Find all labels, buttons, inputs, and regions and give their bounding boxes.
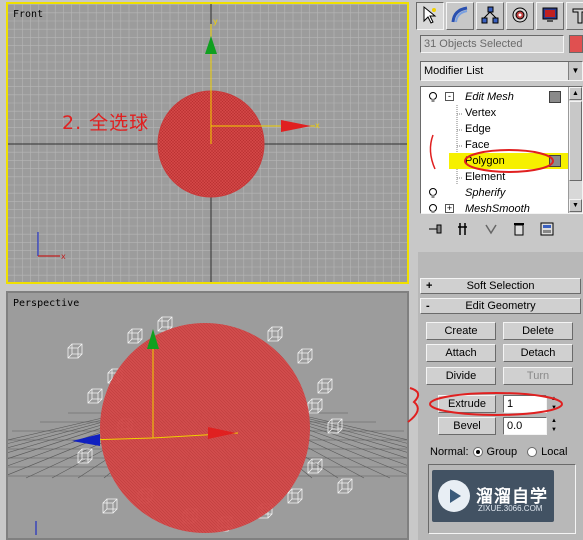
detach-button[interactable]: Detach — [503, 344, 573, 362]
expand-plus-icon: + — [426, 280, 433, 292]
bevel-button[interactable]: Bevel — [438, 417, 496, 435]
display-icon — [540, 5, 560, 28]
modifier-stack-scrollbar[interactable]: ▲ ▼ — [568, 87, 582, 213]
collapse-minus-icon: - — [426, 300, 430, 312]
gizmo-y-arrow — [205, 36, 217, 54]
group-radio[interactable] — [472, 447, 483, 457]
create-button[interactable]: Create — [426, 322, 496, 340]
stack-item-vertex[interactable]: Vertex — [465, 105, 496, 121]
stack-item-edge[interactable]: Edge — [465, 121, 491, 137]
front-viewport-canvas: y x x — [8, 4, 407, 282]
lightbulb-icon[interactable] — [427, 91, 439, 108]
show-end-result-icon[interactable] — [454, 220, 472, 238]
scroll-thumb[interactable] — [569, 101, 582, 181]
perspective-viewport[interactable]: Perspective — [6, 291, 409, 540]
stack-item-polygon[interactable]: Polygon — [449, 153, 570, 169]
stack-item-edit-mesh-box — [549, 91, 561, 103]
stack-item-meshsmooth-label: MeshSmooth — [465, 203, 530, 214]
annotation-step-text: 2. 全选球 — [62, 112, 150, 134]
perspective-viewport-canvas — [8, 316, 407, 535]
modifier-stack[interactable]: - Edit Mesh Vertex Edge Face Polygon Ele… — [420, 86, 583, 214]
gizmo-x-arrow — [281, 120, 311, 132]
expand-plus-icon[interactable]: + — [445, 204, 454, 213]
chevron-down-icon[interactable]: ▼ — [568, 62, 582, 80]
hierarchy-icon — [480, 5, 500, 28]
persp-gizmo-y-arrow — [72, 434, 100, 446]
configure-sets-icon[interactable] — [538, 220, 556, 238]
scroll-up-icon[interactable]: ▲ — [569, 87, 582, 100]
modifier-list-label: Modifier List — [424, 65, 484, 77]
stack-item-meshsmooth[interactable]: + MeshSmooth — [421, 201, 570, 214]
display-tab[interactable] — [536, 2, 564, 30]
sphere-perspective — [100, 323, 310, 533]
collapse-minus-icon[interactable]: - — [445, 92, 454, 101]
axis-tripod-x-label: x — [61, 252, 66, 261]
stack-item-edit-mesh[interactable]: - Edit Mesh — [421, 89, 570, 105]
modify-icon — [450, 5, 470, 28]
extrude-button[interactable]: Extrude — [438, 395, 496, 413]
stack-item-element[interactable]: Element — [465, 169, 505, 185]
spinner-arrows-icon[interactable]: ▲ ▼ — [549, 417, 559, 435]
normal-label: Normal: — [430, 446, 469, 458]
extrude-spinner[interactable]: 1 ▲ ▼ — [503, 395, 563, 413]
normal-radio-group: Normal: Group Local — [430, 444, 567, 460]
lightbulb-icon[interactable] — [427, 203, 439, 213]
extrude-amount-field[interactable]: 1 — [503, 395, 547, 413]
motion-tab[interactable] — [506, 2, 534, 30]
make-unique-icon[interactable] — [482, 220, 500, 238]
rollout-edit-geometry[interactable]: - Edit Geometry — [420, 298, 581, 314]
command-panel-tabs — [416, 2, 583, 30]
stack-item-polygon-box — [549, 155, 561, 167]
hierarchy-tab[interactable] — [476, 2, 504, 30]
group-radio-label: Group — [486, 446, 518, 458]
motion-icon — [510, 5, 530, 28]
stack-item-spherify-label: Spherify — [465, 187, 506, 199]
turn-button[interactable]: Turn — [503, 367, 573, 385]
stack-item-polygon-label: Polygon — [465, 155, 505, 167]
local-radio[interactable] — [527, 447, 538, 457]
divide-button[interactable]: Divide — [426, 367, 496, 385]
pin-stack-icon[interactable] — [426, 220, 444, 238]
play-logo-icon — [438, 480, 470, 512]
utilities-icon — [570, 5, 583, 28]
local-radio-label: Local — [541, 446, 568, 458]
modify-tab[interactable] — [446, 2, 474, 30]
gizmo-x-label: x — [315, 121, 320, 130]
remove-modifier-icon[interactable] — [510, 220, 528, 238]
command-panel: 31 Objects Selected Modifier List ▼ - Ed… — [414, 0, 583, 540]
selection-count-field[interactable]: 31 Objects Selected — [420, 35, 564, 53]
bevel-spinner[interactable]: 0.0 ▲ ▼ — [503, 417, 563, 435]
scroll-down-icon[interactable]: ▼ — [569, 199, 582, 212]
spinner-arrows-icon[interactable]: ▲ ▼ — [549, 395, 559, 413]
bevel-amount-field[interactable]: 0.0 — [503, 417, 547, 435]
front-viewport[interactable]: y x x Front — [6, 2, 409, 284]
utilities-tab[interactable] — [566, 2, 583, 30]
stack-item-edit-mesh-label: Edit Mesh — [465, 91, 514, 103]
watermark-url: ZIXUE.3066.COM — [478, 504, 543, 513]
rollout-edit-geometry-label: Edit Geometry — [465, 300, 536, 312]
object-color-swatch[interactable] — [569, 35, 583, 53]
create-icon — [420, 5, 440, 28]
rollout-soft-selection[interactable]: + Soft Selection — [420, 278, 581, 294]
perspective-viewport-label[interactable]: Perspective — [13, 298, 79, 309]
stack-toolbar — [420, 218, 583, 240]
watermark-logo: 溜溜自学 ZIXUE.3066.COM — [432, 470, 554, 522]
stack-item-face[interactable]: Face — [465, 137, 489, 153]
max-window: y x x Front 2. 全选球 Perspective 31 Objects … — [0, 0, 583, 540]
gizmo-y-label: y — [213, 17, 218, 26]
attach-button[interactable]: Attach — [426, 344, 496, 362]
create-tab[interactable] — [416, 2, 444, 30]
modifier-list-dropdown[interactable]: Modifier List ▼ — [420, 61, 583, 81]
stack-item-spherify[interactable]: Spherify — [421, 185, 570, 201]
rollout-soft-selection-label: Soft Selection — [466, 280, 535, 292]
delete-button[interactable]: Delete — [503, 322, 573, 340]
front-viewport-label[interactable]: Front — [13, 9, 43, 20]
